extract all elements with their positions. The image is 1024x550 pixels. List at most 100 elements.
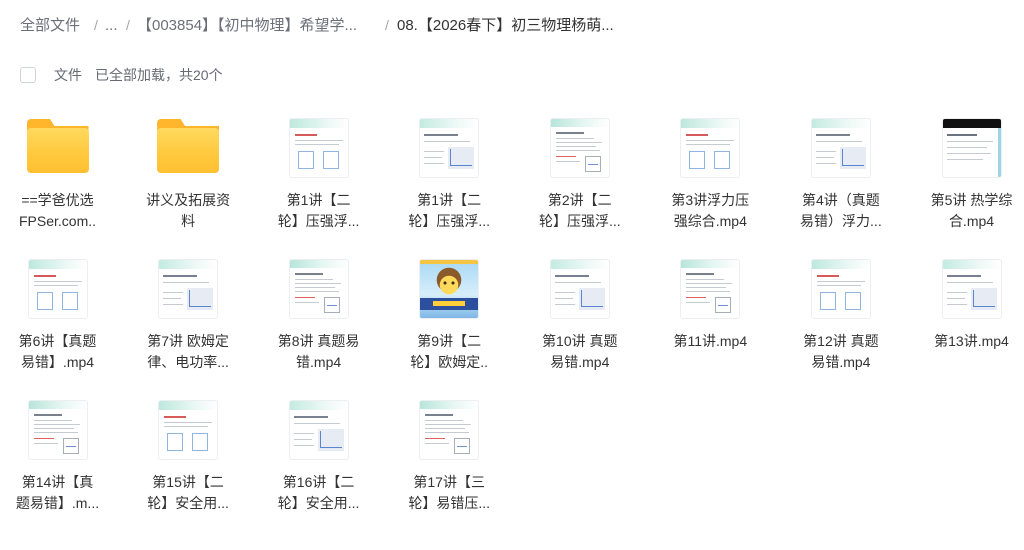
- file-name-line: 讲义及拓展资: [146, 192, 231, 208]
- file-item[interactable]: 第7讲 欧姆定 律、电功率...: [136, 259, 240, 373]
- folder-item[interactable]: 讲义及拓展资料: [136, 118, 240, 232]
- file-name: 第6讲【真题 易错】.mp4: [6, 331, 110, 373]
- video-thumbnail[interactable]: [289, 119, 348, 177]
- file-name-line: 律、电功率...: [147, 354, 229, 370]
- video-thumbnail[interactable]: [289, 401, 348, 459]
- file-name: 第1讲【二轮】压强浮...: [397, 190, 501, 232]
- file-browser: 全部文件 / ... / 【003854】【初中物理】希望学... / 08.【…: [0, 0, 1024, 550]
- video-thumbnail[interactable]: [942, 119, 1001, 177]
- breadcrumb-separator: /: [94, 17, 98, 33]
- file-name-line: 第7讲 欧姆定: [147, 333, 229, 349]
- file-name-line: 第3讲浮力压: [671, 192, 750, 208]
- video-thumbnail[interactable]: [420, 119, 479, 177]
- file-name: 第16讲【二 轮】安全用...: [267, 472, 371, 514]
- select-all-checkbox[interactable]: [20, 67, 36, 83]
- video-thumbnail[interactable]: [550, 260, 609, 318]
- video-thumbnail[interactable]: [420, 401, 479, 459]
- file-item[interactable]: 第1讲【二轮】压强浮...: [397, 118, 501, 232]
- file-name-line: 轮】压强浮...: [538, 213, 621, 229]
- video-thumbnail[interactable]: [159, 260, 218, 318]
- breadcrumb-item-current-folder: 08.【2026春下】初三物理杨萌...: [397, 17, 614, 34]
- file-name-line: 强综合.mp4: [673, 213, 747, 229]
- file-name: 第4讲（真题 易错）浮力...: [789, 190, 893, 232]
- file-item[interactable]: 第6讲【真题 易错】.mp4: [6, 259, 110, 373]
- file-name: 第1讲【二轮】压强浮...: [267, 190, 371, 232]
- video-thumbnail[interactable]: [159, 401, 218, 459]
- file-item[interactable]: 第9讲【二轮】欧姆定..: [397, 259, 501, 373]
- video-thumbnail[interactable]: [681, 260, 740, 318]
- file-name-line: 第9讲【二: [417, 333, 482, 349]
- file-name: 第14讲【真 题易错】.m...: [6, 472, 110, 514]
- file-name-line: ==学爸优选: [21, 192, 94, 208]
- video-thumbnail[interactable]: [811, 119, 870, 177]
- file-name: ==学爸优选 FPSer.com..: [6, 190, 110, 232]
- file-name-line: 易错.mp4: [550, 354, 610, 370]
- file-item[interactable]: 第13讲.mp4: [920, 259, 1024, 373]
- list-header: 文件 已全部加载，共20个: [0, 50, 1024, 100]
- file-name-line: 易错】.mp4: [20, 354, 95, 370]
- file-name-line: 第1讲【二: [417, 192, 482, 208]
- file-name-line: 轮】压强浮...: [408, 213, 491, 229]
- file-item[interactable]: 第17讲【三 轮】易错压...: [397, 400, 501, 514]
- file-name: 第3讲浮力压 强综合.mp4: [658, 190, 762, 232]
- file-name: 第5讲 热学综 合.mp4: [920, 190, 1024, 232]
- file-column-label: 文件: [54, 66, 82, 83]
- file-name-line: 料: [181, 213, 196, 229]
- file-name-line: 第15讲【二: [152, 474, 224, 490]
- file-name: 第8讲 真题易 错.mp4: [267, 331, 371, 373]
- file-item[interactable]: 第16讲【二 轮】安全用...: [267, 400, 371, 514]
- file-name: 第13讲.mp4: [920, 331, 1024, 352]
- video-thumbnail[interactable]: [942, 260, 1001, 318]
- file-item[interactable]: 第5讲 热学综 合.mp4: [920, 118, 1024, 232]
- file-item[interactable]: 第14讲【真 题易错】.m...: [6, 400, 110, 514]
- video-thumbnail[interactable]: [681, 119, 740, 177]
- file-name-line: 题易错】.m...: [15, 495, 100, 511]
- file-name-line: 第5讲 热学综: [930, 192, 1013, 208]
- file-name-line: 第12讲 真题: [803, 333, 879, 349]
- file-name-line: FPSer.com..: [18, 213, 97, 229]
- video-thumbnail[interactable]: [28, 401, 87, 459]
- file-name-line: 轮】欧姆定..: [410, 354, 489, 370]
- file-name-line: 第16讲【二: [282, 474, 355, 490]
- file-item[interactable]: 第2讲【二 轮】压强浮...: [528, 118, 632, 232]
- breadcrumb-item-all-files[interactable]: 全部文件: [20, 15, 80, 36]
- video-thumbnail[interactable]: [289, 260, 348, 318]
- file-name: 第2讲【二 轮】压强浮...: [528, 190, 632, 232]
- folder-icon[interactable]: [26, 119, 89, 173]
- file-name-line: 第11讲.mp4: [673, 333, 748, 349]
- file-name: 第11讲.mp4: [658, 331, 762, 352]
- file-name: 第15讲【二 轮】安全用...: [136, 472, 240, 514]
- file-name: 第9讲【二轮】欧姆定..: [397, 331, 501, 373]
- video-thumbnail[interactable]: [420, 260, 479, 318]
- file-name: 讲义及拓展资料: [136, 190, 240, 232]
- file-item[interactable]: 第11讲.mp4: [658, 259, 762, 373]
- file-name: 第17讲【三 轮】易错压...: [397, 472, 501, 514]
- file-item[interactable]: 第1讲【二轮】压强浮...: [267, 118, 371, 232]
- breadcrumb-separator: /: [385, 17, 389, 33]
- breadcrumb: 全部文件 / ... / 【003854】【初中物理】希望学... / 08.【…: [0, 0, 1024, 46]
- breadcrumb-item-collapsed-path[interactable]: ...: [105, 15, 118, 36]
- file-name-line: 第10讲 真题: [542, 333, 618, 349]
- file-item[interactable]: 第3讲浮力压 强综合.mp4: [658, 118, 762, 232]
- breadcrumb-item-parent-folder[interactable]: 【003854】【初中物理】希望学...: [137, 15, 357, 36]
- file-item[interactable]: 第10讲 真题 易错.mp4: [528, 259, 632, 373]
- file-name-line: 轮】安全用...: [147, 495, 229, 511]
- file-name: 第10讲 真题 易错.mp4: [528, 331, 632, 373]
- load-status-text: 已全部加载，共20个: [95, 66, 223, 83]
- video-thumbnail[interactable]: [811, 260, 870, 318]
- file-name-line: 轮】压强浮...: [277, 213, 360, 229]
- file-name: 第7讲 欧姆定 律、电功率...: [136, 331, 240, 373]
- video-thumbnail[interactable]: [28, 260, 87, 318]
- folder-item[interactable]: ==学爸优选 FPSer.com..: [6, 118, 110, 232]
- folder-icon[interactable]: [157, 119, 220, 173]
- file-item[interactable]: 第15讲【二 轮】安全用...: [136, 400, 240, 514]
- file-name-line: 第14讲【真: [21, 474, 94, 490]
- video-thumbnail[interactable]: [550, 119, 609, 177]
- file-name-line: 第1讲【二: [286, 192, 351, 208]
- file-item[interactable]: 第4讲（真题 易错）浮力...: [789, 118, 893, 232]
- file-item[interactable]: 第8讲 真题易 错.mp4: [267, 259, 371, 373]
- file-item[interactable]: 第12讲 真题 易错.mp4: [789, 259, 893, 373]
- file-name-line: 轮】易错压...: [408, 495, 491, 511]
- file-name-line: 合.mp4: [948, 213, 995, 229]
- file-name-line: 轮】安全用...: [277, 495, 360, 511]
